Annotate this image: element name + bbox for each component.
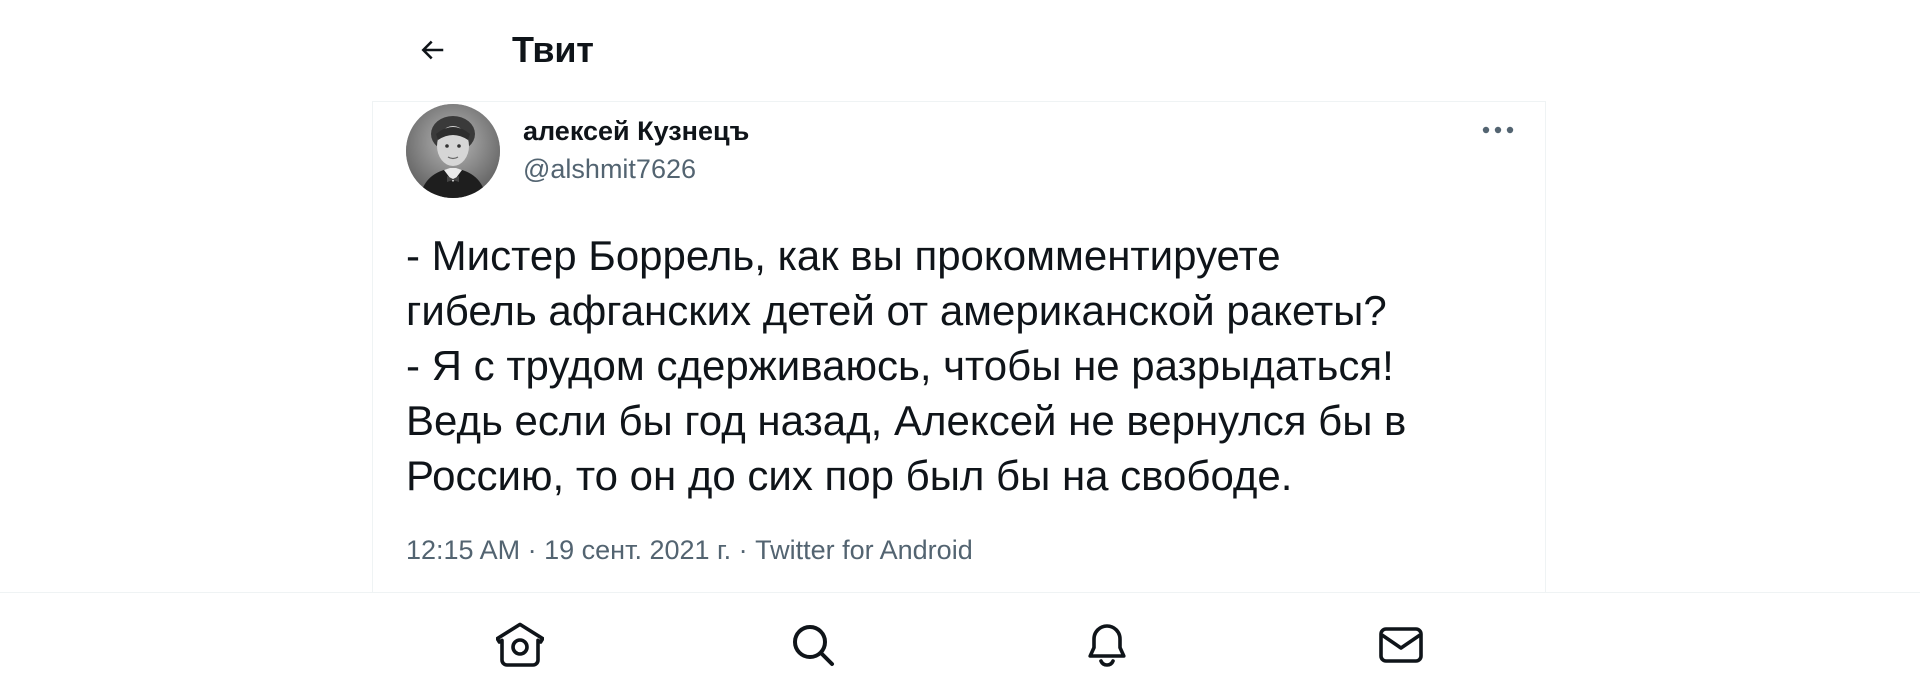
author-handle[interactable]: @alshmit7626: [523, 152, 696, 186]
more-horizontal-icon: [1482, 126, 1514, 134]
nav-messages[interactable]: [1371, 615, 1431, 675]
avatar[interactable]: [406, 104, 500, 198]
mail-icon: [1379, 627, 1423, 663]
nav-notifications[interactable]: [1077, 615, 1137, 675]
nav-search[interactable]: [783, 615, 843, 675]
search-icon: [793, 625, 834, 666]
nav-home[interactable]: [490, 615, 550, 675]
tweet-time[interactable]: 12:15 AM: [406, 535, 520, 565]
page-title: Твит: [512, 29, 594, 70]
meta-separator: ·: [738, 535, 748, 565]
tweet-meta: 12:15 AM · 19 сент. 2021 г. · Twitter fo…: [406, 533, 973, 567]
arrow-left-icon: [421, 40, 444, 60]
tweet-card: алексей Кузнецъ @alshmit7626 - Мистер Бо…: [372, 101, 1546, 593]
bottom-nav: [0, 592, 1920, 697]
bell-icon: [1088, 624, 1126, 667]
tweet-source[interactable]: Twitter for Android: [755, 535, 973, 565]
home-icon: [496, 622, 544, 667]
tweet-text: - Мистер Боррель, как вы прокомментирует…: [406, 232, 1407, 499]
meta-separator: ·: [527, 535, 537, 565]
back-button[interactable]: [408, 26, 456, 74]
top-bar: Твит: [372, 0, 1546, 100]
more-button[interactable]: [1473, 110, 1523, 150]
tweet-date[interactable]: 19 сент. 2021 г.: [544, 535, 731, 565]
author-name[interactable]: алексей Кузнецъ: [523, 114, 749, 148]
